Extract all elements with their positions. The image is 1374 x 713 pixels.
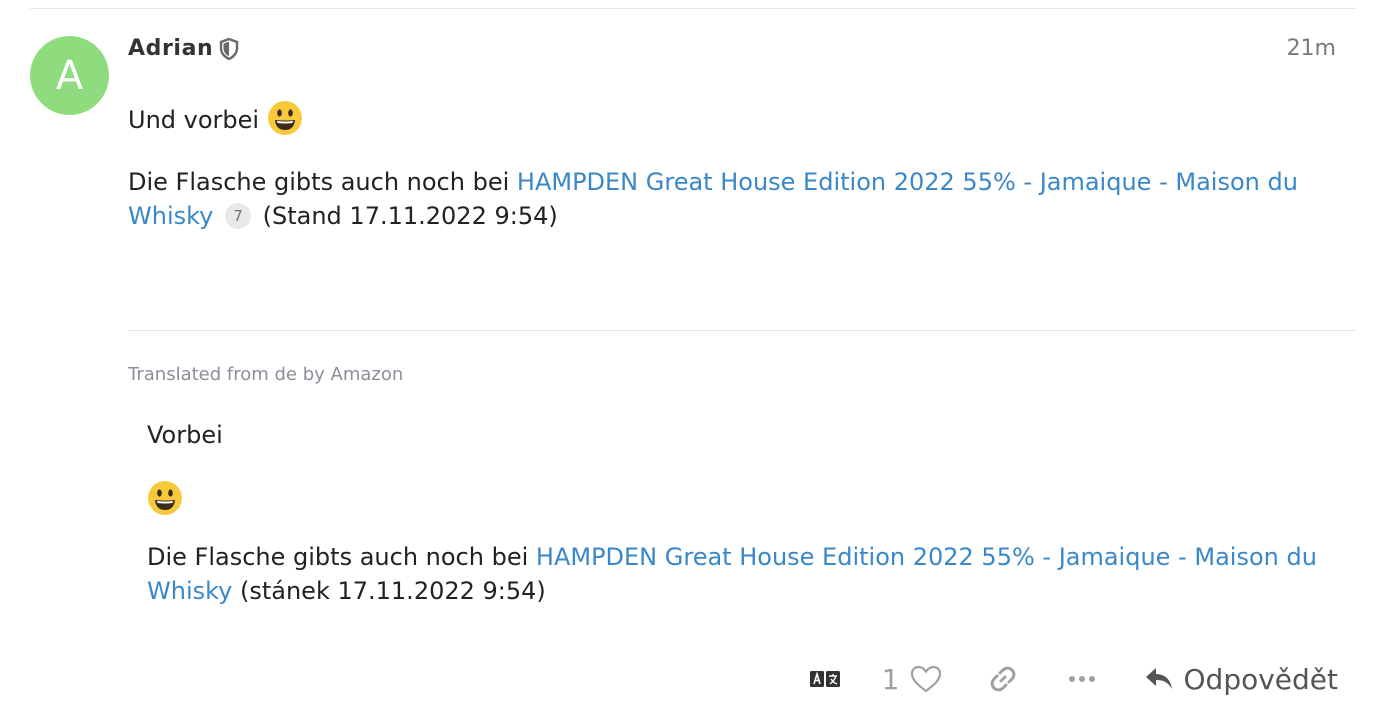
translation-attribution: Translated from de by Amazon [128,364,404,385]
avatar[interactable]: A [30,36,109,115]
translate-button[interactable] [809,670,840,688]
translation-paragraph-suffix: (stánek 17.11.2022 9:54) [232,577,546,605]
translation-body: Vorbei Die Flasche gibts auch noch bei H… [147,418,1357,636]
avatar-letter: A [55,52,84,99]
translation-paragraph: Die Flasche gibts auch noch bei HAMPDEN … [147,540,1357,608]
post-timestamp[interactable]: 21m [1287,36,1336,61]
link-click-count-badge: 7 [225,203,251,229]
reply-icon [1145,668,1172,689]
post-body: Und vorbei Die Flasche gibts auch noch b… [128,100,1338,261]
post-paragraph-2: Die Flasche gibts auch noch bei HAMPDEN … [128,165,1338,233]
translation-paragraph-prefix: Die Flasche gibts auch noch bei [147,543,536,571]
post-actions: 1 Odpovědět [809,656,1339,702]
translation-divider [128,330,1356,331]
like-button[interactable]: 1 [882,663,942,696]
reply-label: Odpovědět [1183,662,1339,696]
more-actions-button[interactable] [1068,674,1096,684]
post-author: Adrian [128,36,239,61]
username[interactable]: Adrian [128,36,213,61]
reply-button[interactable]: Odpovědět [1144,662,1339,696]
smiley-emoji-icon [267,101,302,135]
post-paragraph-1: Und vorbei [128,100,1338,137]
top-divider [30,8,1356,9]
link-icon [990,666,1015,692]
ellipsis-icon [1068,676,1095,682]
like-count: 1 [881,662,900,696]
translation-line-1: Vorbei [147,421,223,449]
translate-icon [809,671,840,687]
paragraph-prefix: Die Flasche gibts auch noch bei [128,168,517,196]
translation-emoji-line [147,480,1357,520]
smiley-emoji-icon [148,481,182,515]
paragraph-text: Und vorbei [128,106,260,134]
heart-icon [910,665,941,693]
share-link-button[interactable] [988,664,1018,694]
paragraph-suffix: (Stand 17.11.2022 9:54) [255,202,558,230]
shield-icon [220,37,239,60]
